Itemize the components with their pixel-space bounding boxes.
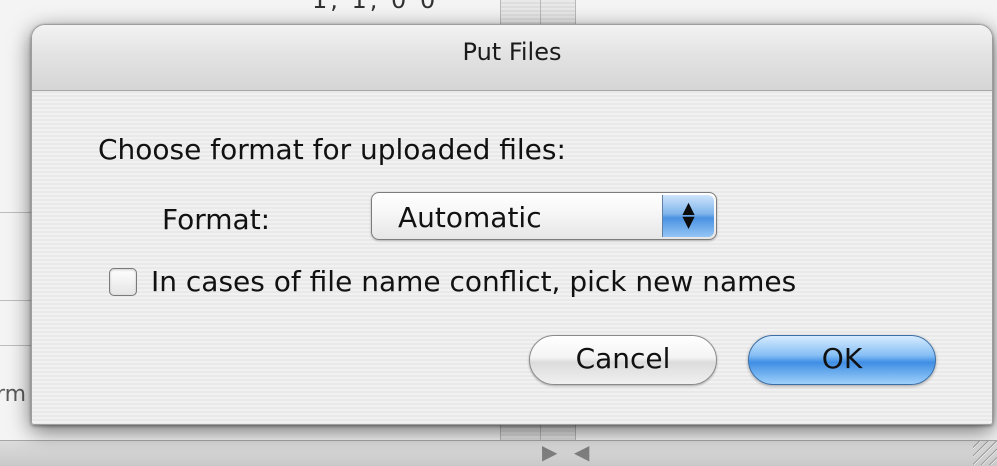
format-popup[interactable]: Automatic ▲ ▼ [371, 192, 717, 240]
background-top-text: 1, 1, 0 0 [312, 0, 439, 14]
resize-grip-icon[interactable] [973, 441, 997, 465]
dialog-titlebar: Put Files [32, 25, 992, 91]
dialog-title: Put Files [462, 38, 562, 66]
format-popup-value: Automatic [398, 201, 542, 234]
ok-button[interactable]: OK [748, 335, 936, 385]
scroll-left-arrow-icon[interactable]: ◀ [574, 441, 589, 463]
rename-on-conflict-label[interactable]: In cases of file name conflict, pick new… [151, 265, 796, 298]
put-files-dialog: Put Files Choose format for uploaded fil… [31, 24, 993, 425]
format-label: Format: [162, 203, 271, 236]
rename-on-conflict-checkbox[interactable] [109, 268, 137, 296]
up-down-arrows-icon: ▲ ▼ [662, 195, 714, 237]
background-side-text: rm [0, 382, 27, 407]
format-prompt: Choose format for uploaded files: [98, 133, 566, 166]
cancel-button[interactable]: Cancel [529, 335, 717, 385]
scroll-right-arrow-icon[interactable]: ▶ [542, 441, 557, 463]
background-status-bar [0, 440, 997, 466]
